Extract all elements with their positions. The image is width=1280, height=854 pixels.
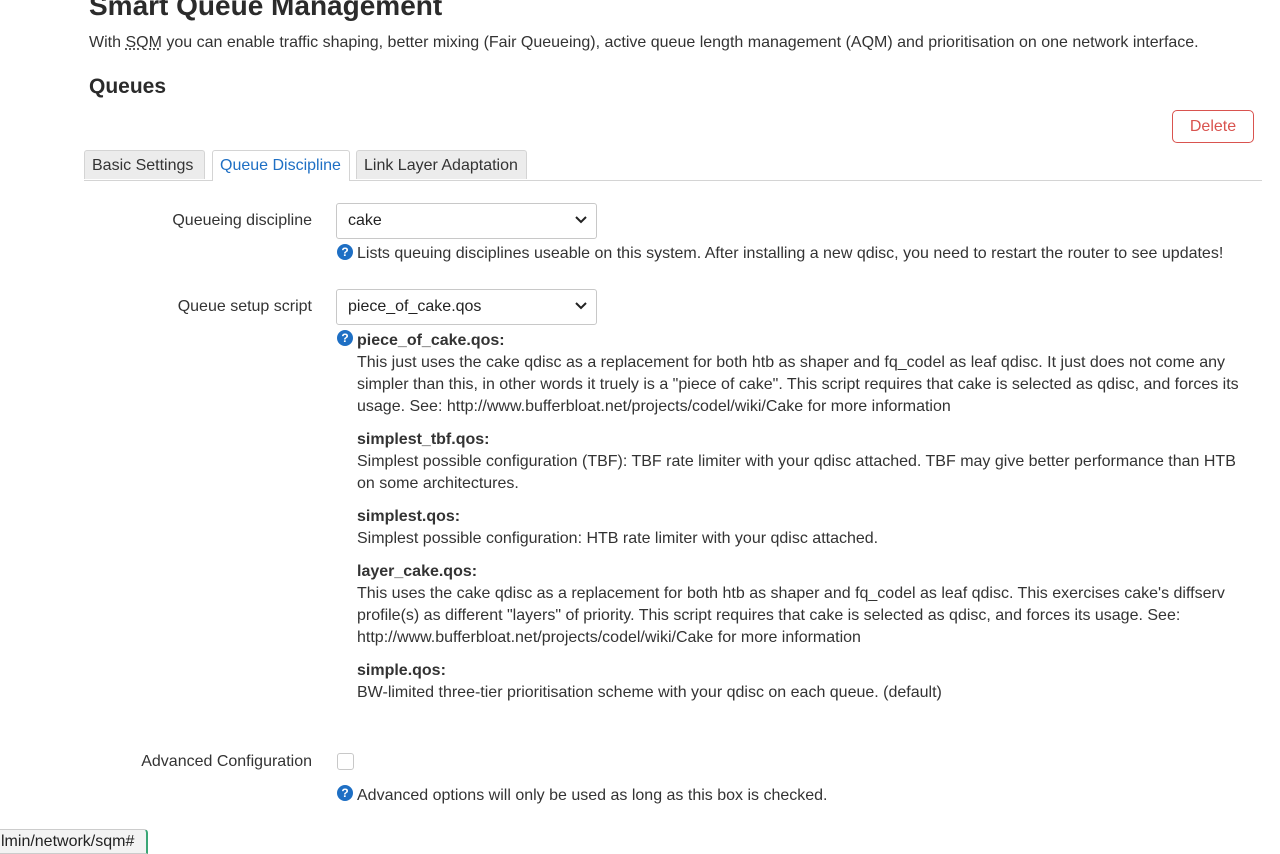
script-name: simplest.qos: [357, 508, 461, 525]
queue-setup-script-value: piece_of_cake.qos [348, 298, 482, 315]
script-entry: simple.qos: BW-limited three-tier priori… [357, 660, 1257, 704]
script-name: piece_of_cake.qos: [357, 332, 505, 349]
chevron-down-icon [575, 302, 587, 310]
chevron-down-icon [575, 216, 587, 224]
queueing-discipline-help: Lists queuing disciplines useable on thi… [357, 245, 1224, 262]
script-description: This just uses the cake qdisc as a repla… [357, 354, 1239, 415]
script-entry: piece_of_cake.qos: This just uses the ca… [357, 330, 1257, 418]
advanced-configuration-checkbox[interactable] [337, 753, 354, 770]
queueing-discipline-value: cake [348, 212, 382, 229]
queueing-discipline-label: Queueing discipline [172, 212, 312, 229]
queueing-discipline-select[interactable]: cake [336, 203, 597, 239]
script-description: This uses the cake qdisc as a replacemen… [357, 585, 1225, 646]
help-icon: ? [337, 330, 353, 346]
help-icon: ? [337, 244, 353, 260]
script-description: Simplest possible configuration (TBF): T… [357, 453, 1236, 492]
advanced-configuration-label: Advanced Configuration [141, 753, 312, 770]
delete-button[interactable]: Delete [1172, 110, 1254, 143]
sqm-page: Smart Queue Management With SQM you can … [0, 0, 1280, 854]
script-description: Simplest possible configuration: HTB rat… [357, 530, 879, 547]
tab-link-layer-adaptation[interactable]: Link Layer Adaptation [356, 150, 527, 179]
script-name: simplest_tbf.qos: [357, 431, 490, 448]
intro-text-start: With [89, 34, 126, 51]
tab-queue-discipline[interactable]: Queue Discipline [212, 150, 350, 181]
tab-basic-settings[interactable]: Basic Settings [84, 150, 205, 179]
script-name: layer_cake.qos: [357, 563, 478, 580]
script-descriptions: piece_of_cake.qos: This just uses the ca… [357, 330, 1257, 715]
sqm-abbreviation: SQM [125, 34, 162, 51]
queue-setup-script-select[interactable]: piece_of_cake.qos [336, 289, 597, 325]
help-icon: ? [337, 785, 353, 801]
status-bar-url: lmin/network/sqm# [0, 829, 149, 854]
section-title-queues: Queues [89, 75, 167, 98]
advanced-configuration-help: Advanced options will only be used as lo… [357, 787, 828, 804]
script-entry: layer_cake.qos: This uses the cake qdisc… [357, 561, 1257, 649]
intro-text-end: you can enable traffic shaping, better m… [161, 34, 1199, 51]
page-intro: With SQM you can enable traffic shaping,… [89, 34, 1199, 52]
script-description: BW-limited three-tier prioritisation sch… [357, 684, 942, 701]
queue-setup-script-label: Queue setup script [177, 298, 312, 315]
script-name: simple.qos: [357, 662, 446, 679]
tab-bar: Basic Settings Queue Discipline Link Lay… [84, 150, 1262, 181]
script-entry: simplest.qos: Simplest possible configur… [357, 506, 1257, 550]
script-entry: simplest_tbf.qos: Simplest possible conf… [357, 429, 1257, 495]
page-title: Smart Queue Management [89, 0, 443, 21]
